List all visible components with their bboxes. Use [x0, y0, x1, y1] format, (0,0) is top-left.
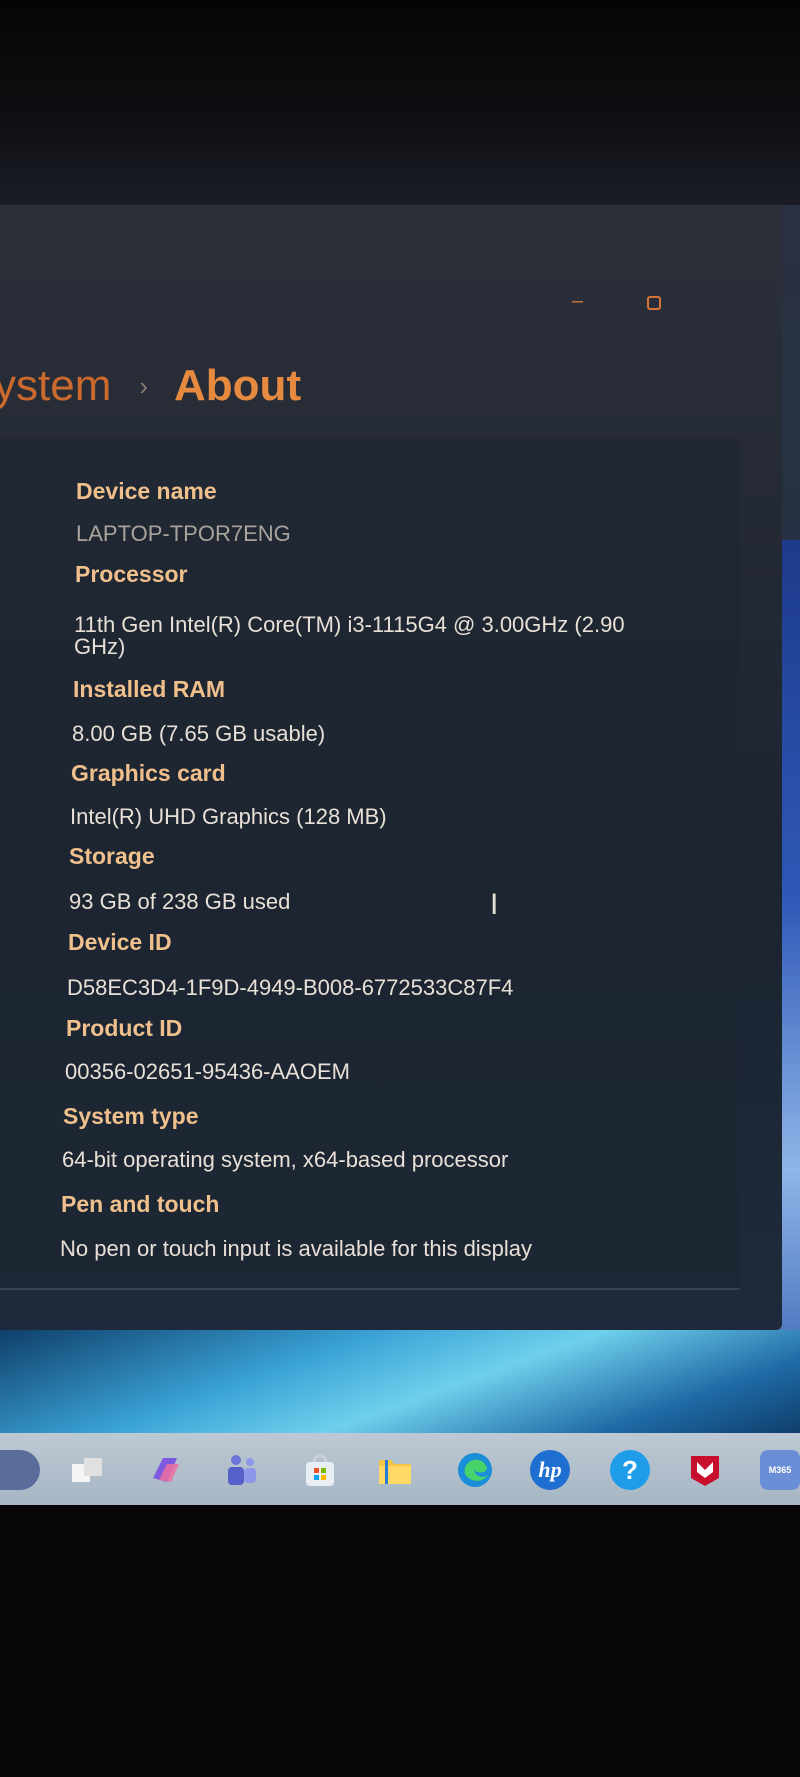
spec-label-product-id: Product ID [66, 1015, 183, 1041]
spec-label-storage: Storage [69, 843, 155, 869]
spec-value-storage: 93 GB of 238 GB used [69, 889, 291, 914]
spec-value-pen-and-touch: No pen or touch input is available for t… [60, 1236, 533, 1261]
spec-label-installed-ram: Installed RAM [73, 676, 226, 702]
breadcrumb-system-link[interactable]: ystem [0, 361, 111, 411]
spec-value-product-id: 00356-02651-95436-AAOEM [65, 1059, 350, 1084]
spec-value-processor-cont: GHz) [74, 634, 126, 659]
spec-label-device-name: Device name [76, 478, 217, 504]
background-top [0, 0, 800, 205]
spec-value-system-type: 64-bit operating system, x64-based proce… [62, 1147, 509, 1172]
spec-value-device-name: LAPTOP-TPOR7ENG [76, 521, 291, 546]
page-title: About [174, 361, 302, 410]
spec-label-device-id: Device ID [68, 929, 172, 955]
spec-label-system-type: System type [63, 1103, 199, 1129]
spec-value-installed-ram: 8.00 GB (7.65 GB usable) [72, 721, 326, 746]
section-divider [0, 1288, 740, 1290]
widgets-icon[interactable] [0, 1450, 40, 1490]
spec-value-device-id: D58EC3D4-1F9D-4949-B008-6772533C87F4 [67, 975, 514, 1000]
file-explorer-icon[interactable] [375, 1450, 415, 1490]
hp-icon[interactable]: hp [530, 1450, 570, 1490]
minimize-icon[interactable]: – [572, 290, 583, 313]
teams-icon[interactable] [222, 1450, 262, 1490]
copilot-icon[interactable] [145, 1450, 185, 1490]
spec-label-processor: Processor [75, 561, 188, 587]
task-view-icon[interactable] [68, 1450, 108, 1490]
spec-value-processor: 11th Gen Intel(R) Core(TM) i3-1115G4 @ 3… [74, 612, 625, 637]
store-icon[interactable] [300, 1450, 340, 1490]
maximize-icon[interactable] [647, 296, 661, 310]
spec-label-pen-and-touch: Pen and touch [61, 1191, 220, 1217]
edge-icon[interactable] [455, 1450, 495, 1490]
mcafee-icon[interactable] [685, 1450, 725, 1490]
spec-value-graphics-card: Intel(R) UHD Graphics (128 MB) [70, 804, 387, 829]
background-bottom [0, 1505, 800, 1777]
help-icon[interactable]: ? [610, 1450, 650, 1490]
text-cursor-icon: I [490, 888, 499, 921]
spec-label-graphics-card: Graphics card [71, 760, 226, 786]
m365-icon[interactable]: M365 [760, 1450, 800, 1490]
chevron-right-icon: › [139, 370, 149, 401]
breadcrumb: ystem › About [0, 356, 301, 416]
wallpaper-bottom-strip [0, 1330, 800, 1440]
